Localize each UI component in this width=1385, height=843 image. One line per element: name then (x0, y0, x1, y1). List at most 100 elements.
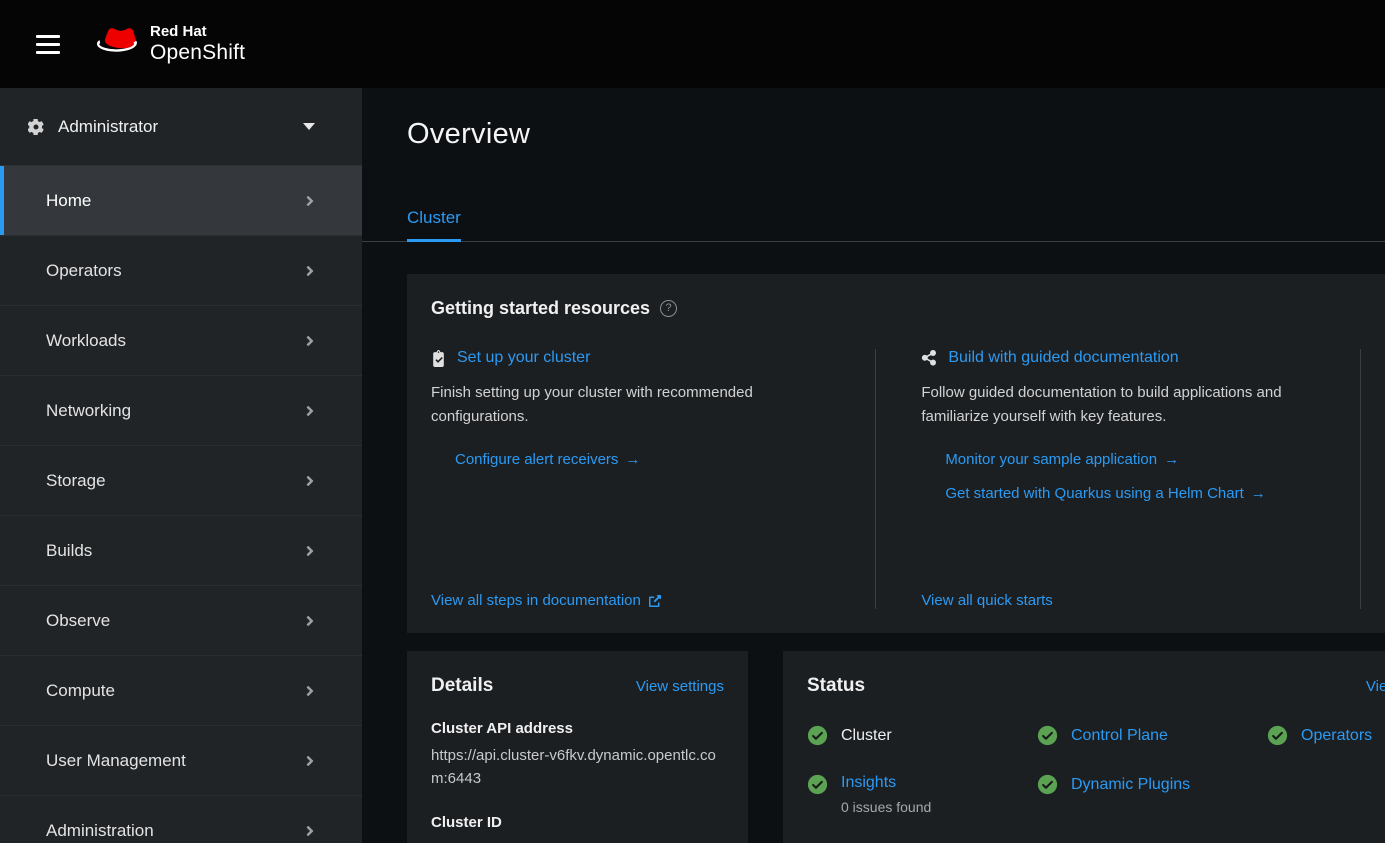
sidebar-item-storage[interactable]: Storage (0, 446, 362, 516)
gear-icon (28, 119, 44, 135)
status-item-control-plane: Control Plane (1037, 725, 1267, 746)
chevron-right-icon (305, 543, 315, 559)
sidebar-item-home[interactable]: Home (0, 166, 362, 236)
help-icon-glyph: ? (666, 303, 672, 314)
sidebar-item-administration[interactable]: Administration (0, 796, 362, 843)
details-card: Details View settings Cluster API addres… (407, 651, 748, 843)
dynamic-plugins-link[interactable]: Dynamic Plugins (1071, 774, 1190, 794)
sidebar-item-workloads[interactable]: Workloads (0, 306, 362, 376)
cluster-id-label: Cluster ID (431, 814, 724, 831)
perspective-switcher[interactable]: Administrator (0, 88, 362, 166)
nav-label: User Management (46, 751, 186, 771)
arrow-right-icon: → (1251, 485, 1266, 502)
link-label: Get started with Quarkus using a Helm Ch… (945, 485, 1243, 502)
chevron-right-icon (305, 193, 315, 209)
cluster-api-address-label: Cluster API address (431, 720, 724, 737)
arrow-right-icon: → (1164, 451, 1179, 468)
page-title: Overview (407, 116, 1385, 152)
view-alerts-link[interactable]: View alerts (1366, 678, 1385, 695)
external-link-icon (649, 595, 661, 607)
nav-toggle-button[interactable] (26, 22, 70, 66)
column-divider (1360, 349, 1361, 609)
sidebar-item-builds[interactable]: Builds (0, 516, 362, 586)
nav-label: Home (46, 191, 91, 211)
brand-logo[interactable]: Red Hat OpenShift (96, 23, 245, 64)
check-circle-icon (1267, 725, 1288, 746)
setup-cluster-column: Set up your cluster Finish setting up yo… (431, 349, 845, 609)
sidebar-nav: Administrator Home Operators Workloads N… (0, 88, 362, 843)
nav-label: Workloads (46, 331, 126, 351)
link-label: View all quick starts (921, 592, 1052, 609)
check-circle-icon (1037, 725, 1058, 746)
view-all-quick-starts-link[interactable]: View all quick starts (921, 592, 1360, 609)
view-all-steps-link[interactable]: View all steps in documentation (431, 592, 845, 609)
link-label: Configure alert receivers (455, 451, 618, 468)
chevron-right-icon (305, 333, 315, 349)
nav-label: Administration (46, 821, 154, 841)
status-label-cluster: Cluster (841, 725, 892, 745)
chevron-right-icon (305, 473, 315, 489)
nav-label: Networking (46, 401, 131, 421)
sidebar-item-compute[interactable]: Compute (0, 656, 362, 726)
brand-redhat-text: Red Hat (150, 23, 245, 40)
arrow-right-icon: → (625, 451, 640, 468)
status-card: Status View alerts Cluster (783, 651, 1385, 843)
insights-issues-count: 0 issues found (841, 799, 931, 815)
status-item-cluster: Cluster (807, 725, 1037, 746)
guided-documentation-description: Follow guided documentation to build app… (921, 381, 1341, 429)
chevron-right-icon (305, 823, 315, 839)
sidebar-item-networking[interactable]: Networking (0, 376, 362, 446)
tab-bar: Cluster (362, 208, 1385, 242)
getting-started-card: Getting started resources ? Set up your … (407, 274, 1385, 633)
caret-down-icon (303, 123, 315, 130)
cluster-api-address-value: https://api.cluster-v6fkv.dynamic.opentl… (431, 744, 724, 791)
main-content: Overview Cluster Getting started resourc… (362, 88, 1385, 843)
tab-cluster[interactable]: Cluster (407, 208, 461, 241)
nav-label: Compute (46, 681, 115, 701)
operators-link[interactable]: Operators (1301, 725, 1372, 745)
status-item-insights: Insights 0 issues found (807, 774, 1037, 815)
chevron-right-icon (305, 683, 315, 699)
perspective-label: Administrator (58, 117, 158, 137)
sidebar-nav-list: Home Operators Workloads Networking Stor… (0, 166, 362, 843)
nav-label: Builds (46, 541, 92, 561)
chevron-right-icon (305, 403, 315, 419)
configure-alert-receivers-link[interactable]: Configure alert receivers → (455, 451, 845, 468)
sidebar-item-operators[interactable]: Operators (0, 236, 362, 306)
quarkus-helm-chart-link[interactable]: Get started with Quarkus using a Helm Ch… (945, 485, 1360, 502)
insights-link[interactable]: Insights (841, 772, 896, 791)
chevron-right-icon (305, 753, 315, 769)
nav-label: Storage (46, 471, 106, 491)
setup-cluster-description: Finish setting up your cluster with reco… (431, 381, 845, 429)
sidebar-item-user-management[interactable]: User Management (0, 726, 362, 796)
check-circle-icon (1037, 774, 1058, 795)
guided-documentation-column: Build with guided documentation Follow g… (876, 349, 1360, 609)
view-settings-link[interactable]: View settings (636, 678, 724, 695)
redhat-fedora-icon (96, 28, 138, 59)
help-icon[interactable]: ? (660, 300, 677, 317)
nav-label: Observe (46, 611, 110, 631)
status-title: Status (807, 675, 865, 697)
chevron-right-icon (305, 263, 315, 279)
details-title: Details (431, 675, 493, 697)
monitor-sample-application-link[interactable]: Monitor your sample application → (945, 451, 1360, 468)
link-label: Monitor your sample application (945, 451, 1157, 468)
setup-cluster-link[interactable]: Set up your cluster (457, 349, 590, 367)
chevron-right-icon (305, 613, 315, 629)
brand-openshift-text: OpenShift (150, 41, 245, 65)
guided-documentation-link[interactable]: Build with guided documentation (948, 349, 1178, 367)
hamburger-icon (36, 43, 60, 46)
status-item-operators: Operators (1267, 725, 1385, 746)
overview-dashboard: Getting started resources ? Set up your … (362, 242, 1385, 843)
sidebar-item-observe[interactable]: Observe (0, 586, 362, 656)
check-circle-icon (807, 774, 828, 795)
getting-started-title: Getting started resources (431, 298, 650, 319)
link-label: View all steps in documentation (431, 592, 641, 609)
nav-label: Operators (46, 261, 122, 281)
control-plane-link[interactable]: Control Plane (1071, 725, 1168, 745)
tab-label: Cluster (407, 208, 461, 227)
clipboard-check-icon (431, 350, 446, 367)
status-item-dynamic-plugins: Dynamic Plugins (1037, 774, 1267, 815)
check-circle-icon (807, 725, 828, 746)
guided-docs-icon (921, 350, 937, 366)
